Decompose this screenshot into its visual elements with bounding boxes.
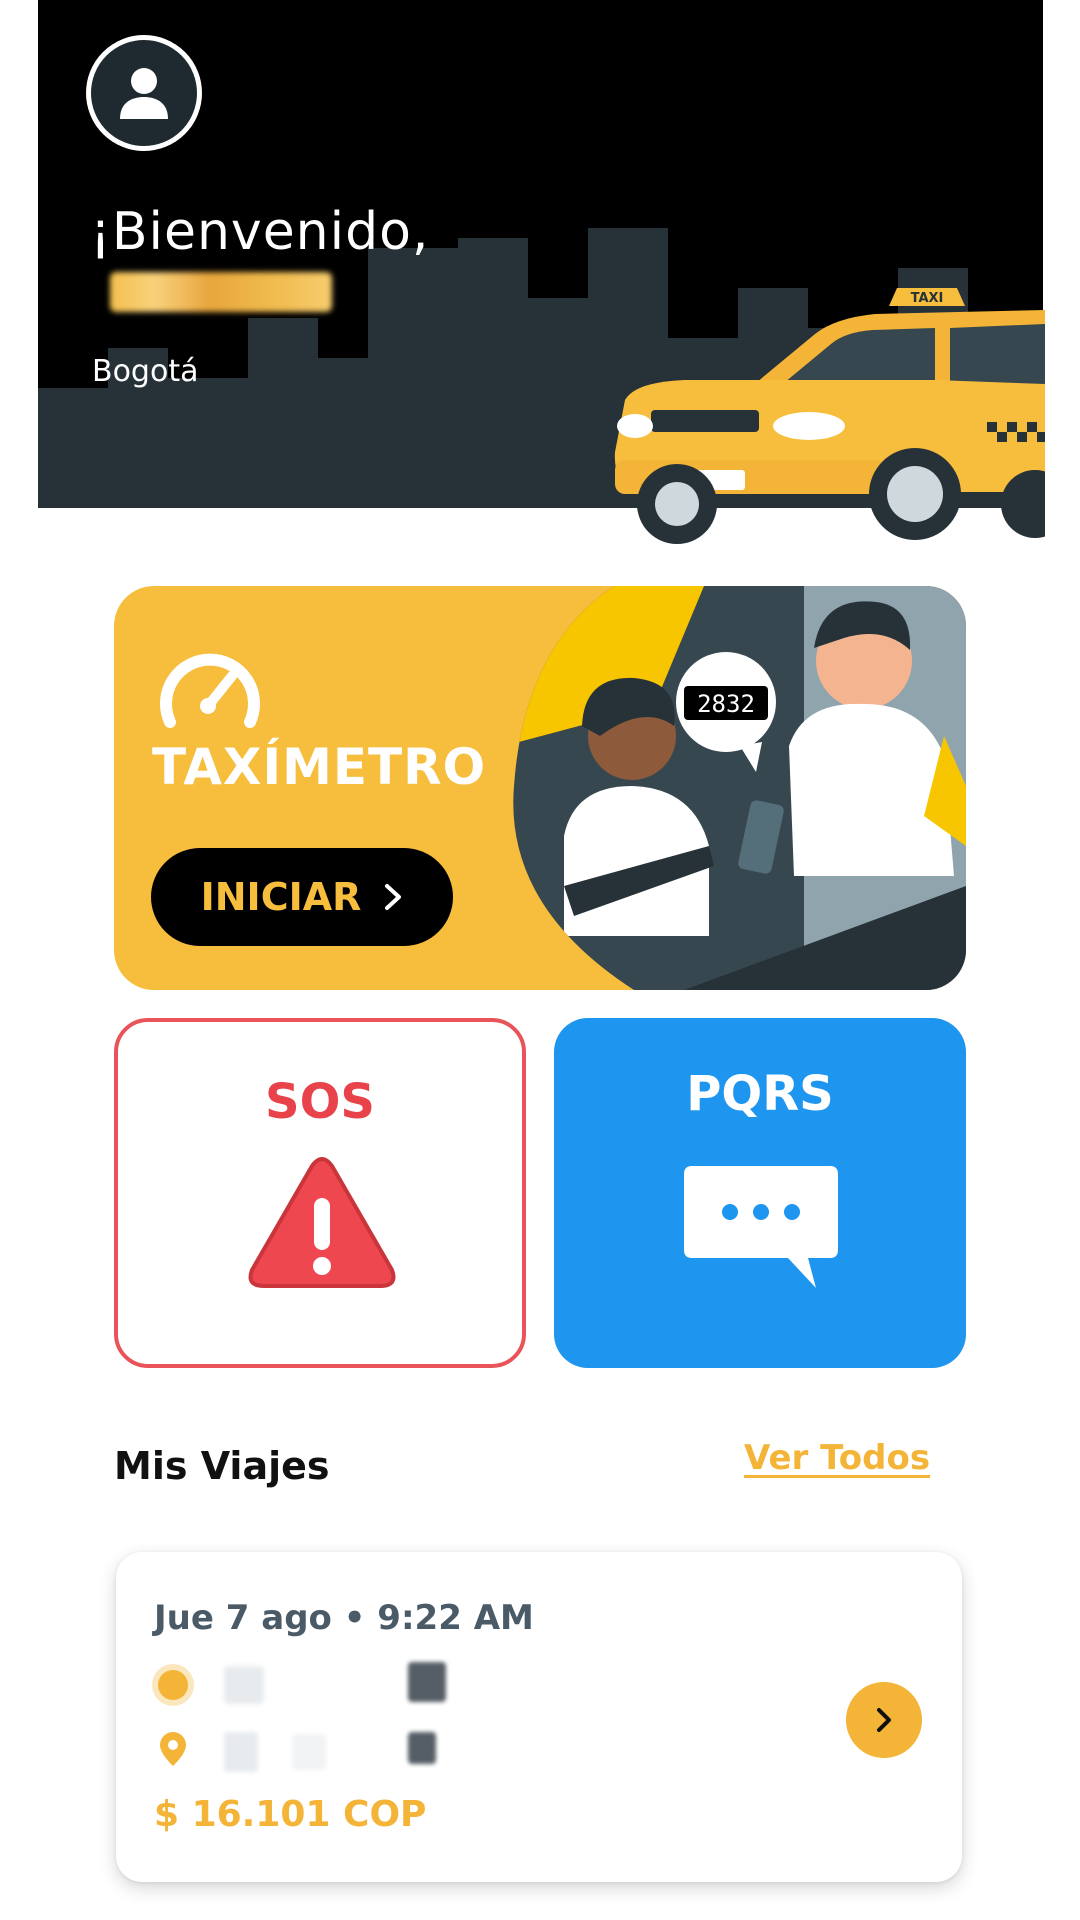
taximeter-card[interactable]: TAXÍMETRO INICIAR 2832 [114,586,966,990]
taxi-ride-illustration: 2832 [513,586,966,990]
trips-section-title: Mis Viajes [114,1444,330,1488]
chat-bubble-icon [684,1166,838,1288]
speedometer-icon [160,653,260,728]
welcome-text: ¡Bienvenido, [90,202,430,262]
origin-dot-icon [158,1670,188,1700]
trip-card[interactable]: Jue 7 ago • 9:22 AM $ 16.101 COP [116,1552,962,1882]
start-taximeter-button[interactable]: INICIAR [151,848,453,946]
start-button-label: INICIAR [200,875,362,919]
taxi-sign-text: TAXI [911,291,944,306]
chevron-right-icon [877,1708,891,1732]
trip-price: $ 16.101 COP [154,1794,427,1835]
destination-address-redacted-2 [292,1734,326,1770]
warning-icon [248,1157,396,1288]
origin-address-redacted [224,1666,264,1704]
city-label: Bogotá [92,354,199,389]
user-icon [120,68,168,119]
location-pin-icon [160,1732,186,1766]
pqrs-button[interactable]: PQRS [554,1018,966,1368]
taximeter-title: TAXÍMETRO [152,738,487,796]
origin-address-redacted-2 [408,1662,446,1702]
sos-button[interactable]: SOS [114,1018,526,1368]
see-all-trips-link[interactable]: Ver Todos [744,1438,930,1478]
profile-avatar-button[interactable] [86,35,202,151]
pqrs-label: PQRS [686,1066,834,1122]
user-name-redacted [110,272,332,312]
trip-details-button[interactable] [846,1682,922,1758]
chevron-right-icon [385,884,402,910]
destination-address-redacted [224,1732,258,1772]
meter-reading: 2832 [697,690,755,718]
taxi-car-illustration: TAXI [614,288,1045,544]
sos-label: SOS [265,1074,375,1130]
trip-date: Jue 7 ago • 9:22 AM [154,1598,534,1638]
destination-address-redacted-3 [408,1732,436,1764]
